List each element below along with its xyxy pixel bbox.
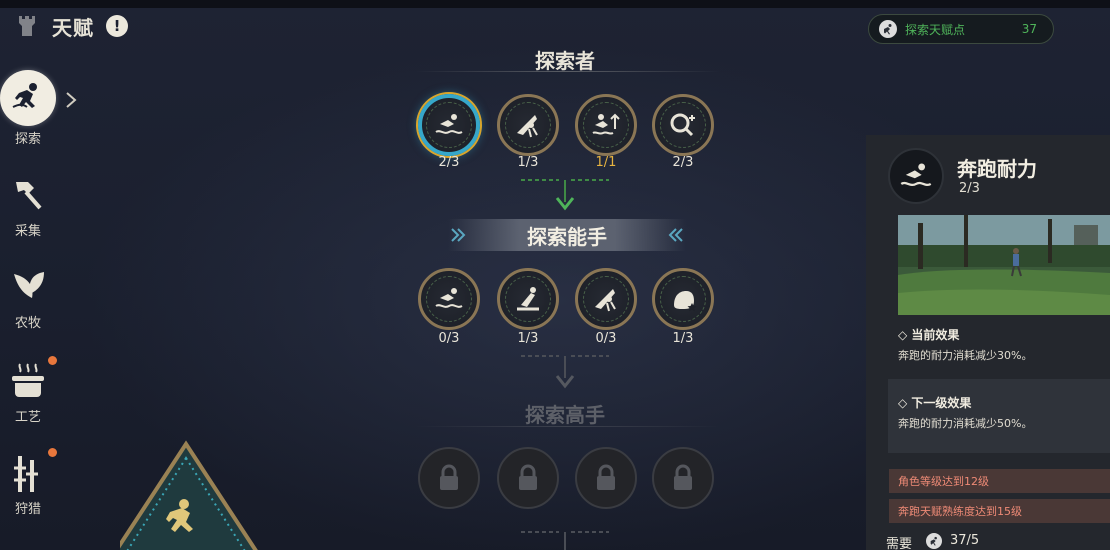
explorer-runner-icon (926, 533, 942, 549)
explorer-runner-icon (879, 20, 897, 38)
nav-item-gather[interactable]: 采集 (0, 174, 56, 239)
requirement-item: 角色等级达到12级 (889, 469, 1110, 493)
page-title: 天赋 (52, 15, 94, 40)
talent-level: 1/1 (595, 155, 617, 170)
swim-stamina-icon (426, 102, 472, 148)
lock-icon (440, 464, 458, 490)
current-effect-text: 奔跑的耐力消耗减少30%。 (898, 349, 1033, 362)
talent-level: 1/3 (517, 155, 539, 170)
tier-connector-inactive (521, 531, 609, 550)
talent-node-locked[interactable] (418, 447, 480, 509)
talent-node-locked[interactable] (652, 447, 714, 509)
next-effect-title: ◇ 下一级效果 (898, 396, 972, 410)
talent-level: 1/3 (517, 331, 539, 346)
tier-connector-active (521, 179, 609, 211)
nav-item-craft[interactable]: 工艺 (0, 360, 56, 425)
nav-label-farm: 农牧 (14, 316, 41, 331)
talent-node-swim-up[interactable] (575, 94, 637, 156)
nav-label-craft: 工艺 (14, 410, 41, 425)
talent-points-badge: 探索天赋点 37 (868, 14, 1054, 44)
talent-node-creature[interactable] (652, 268, 714, 330)
talent-node-sprint-stamina[interactable] (418, 94, 480, 156)
cost-value: 37/5 (950, 533, 980, 548)
talent-node-search[interactable] (652, 94, 714, 156)
banner-chevron-left-icon (451, 228, 466, 242)
nav-item-hunt[interactable]: 狩猎 (0, 452, 56, 517)
tier-title-explorer: 探索者 (535, 49, 595, 73)
nav-label-explore: 探索 (14, 132, 41, 147)
talent-node-locked[interactable] (575, 447, 637, 509)
talent-points-label: 探索天赋点 (905, 22, 966, 37)
talent-level: 1/3 (672, 331, 694, 346)
swim-stamina-icon (426, 276, 472, 322)
axe-icon (16, 182, 42, 210)
chevron-right-icon (66, 92, 77, 108)
talent-screen: 天赋 ! 探索 采集 农牧 工艺 狩猎 探索者 2/3 1/3 1/1 2/3 … (0, 0, 1110, 550)
tier-banner-adept: 探索能手 (448, 219, 686, 251)
lock-icon (519, 464, 537, 490)
talent-node-swim-stamina[interactable] (418, 268, 480, 330)
tier-connector-inactive (521, 355, 609, 389)
top-strip (0, 0, 1110, 8)
search-plus-icon (660, 102, 706, 148)
leaf-icon (14, 272, 44, 298)
swim-stamina-icon (888, 148, 944, 204)
nav-item-explore[interactable]: 探索 (0, 70, 56, 147)
creature-star-icon (660, 276, 706, 322)
explorer-runner-icon (0, 70, 56, 126)
nav-label-gather: 采集 (14, 224, 41, 239)
talent-points-value: 37 (1021, 22, 1037, 36)
talent-name: 奔跑耐力 (957, 157, 1037, 181)
cost-label: 需要 (886, 537, 913, 550)
nav-label-hunt: 狩猎 (14, 502, 41, 517)
climb-icon (505, 276, 551, 322)
craft-alert-dot (48, 356, 57, 365)
talent-node-locked[interactable] (497, 447, 559, 509)
talent-preview-image (898, 215, 1110, 315)
talent-level: 2/3 (672, 155, 694, 170)
explorer-emblem-icon (120, 440, 258, 550)
hunt-alert-dot (48, 448, 57, 457)
glide-icon (505, 102, 551, 148)
current-effect-title: ◇ 当前效果 (898, 328, 960, 342)
next-effect-text: 奔跑的耐力消耗减少50%。 (898, 417, 1033, 430)
header: 天赋 ! (14, 12, 128, 40)
talent-node-climb[interactable] (497, 268, 559, 330)
nav-item-farm[interactable]: 农牧 (0, 266, 56, 331)
talent-level: 0/3 (595, 331, 617, 346)
talent-level: 2/3 (438, 155, 460, 170)
talent-level: 0/3 (438, 331, 460, 346)
tier-divider (415, 71, 720, 72)
requirement-item: 奔跑天赋熟练度达到15级 (889, 499, 1110, 523)
tier-title-master: 探索高手 (525, 403, 605, 427)
lock-icon (597, 464, 615, 490)
hunting-tools-icon (14, 456, 38, 492)
banner-chevron-right-icon (668, 228, 683, 242)
tier-divider (415, 426, 720, 427)
tower-icon (14, 13, 40, 39)
talent-level-detail: 2/3 (959, 181, 980, 196)
talent-node-glide[interactable] (497, 94, 559, 156)
swim-up-icon (583, 102, 629, 148)
lock-icon (674, 464, 692, 490)
talent-node-glide-2[interactable] (575, 268, 637, 330)
info-icon[interactable]: ! (106, 15, 128, 37)
tier-title-adept: 探索能手 (527, 224, 607, 249)
glide-icon (583, 276, 629, 322)
cooking-pot-icon (12, 363, 44, 397)
